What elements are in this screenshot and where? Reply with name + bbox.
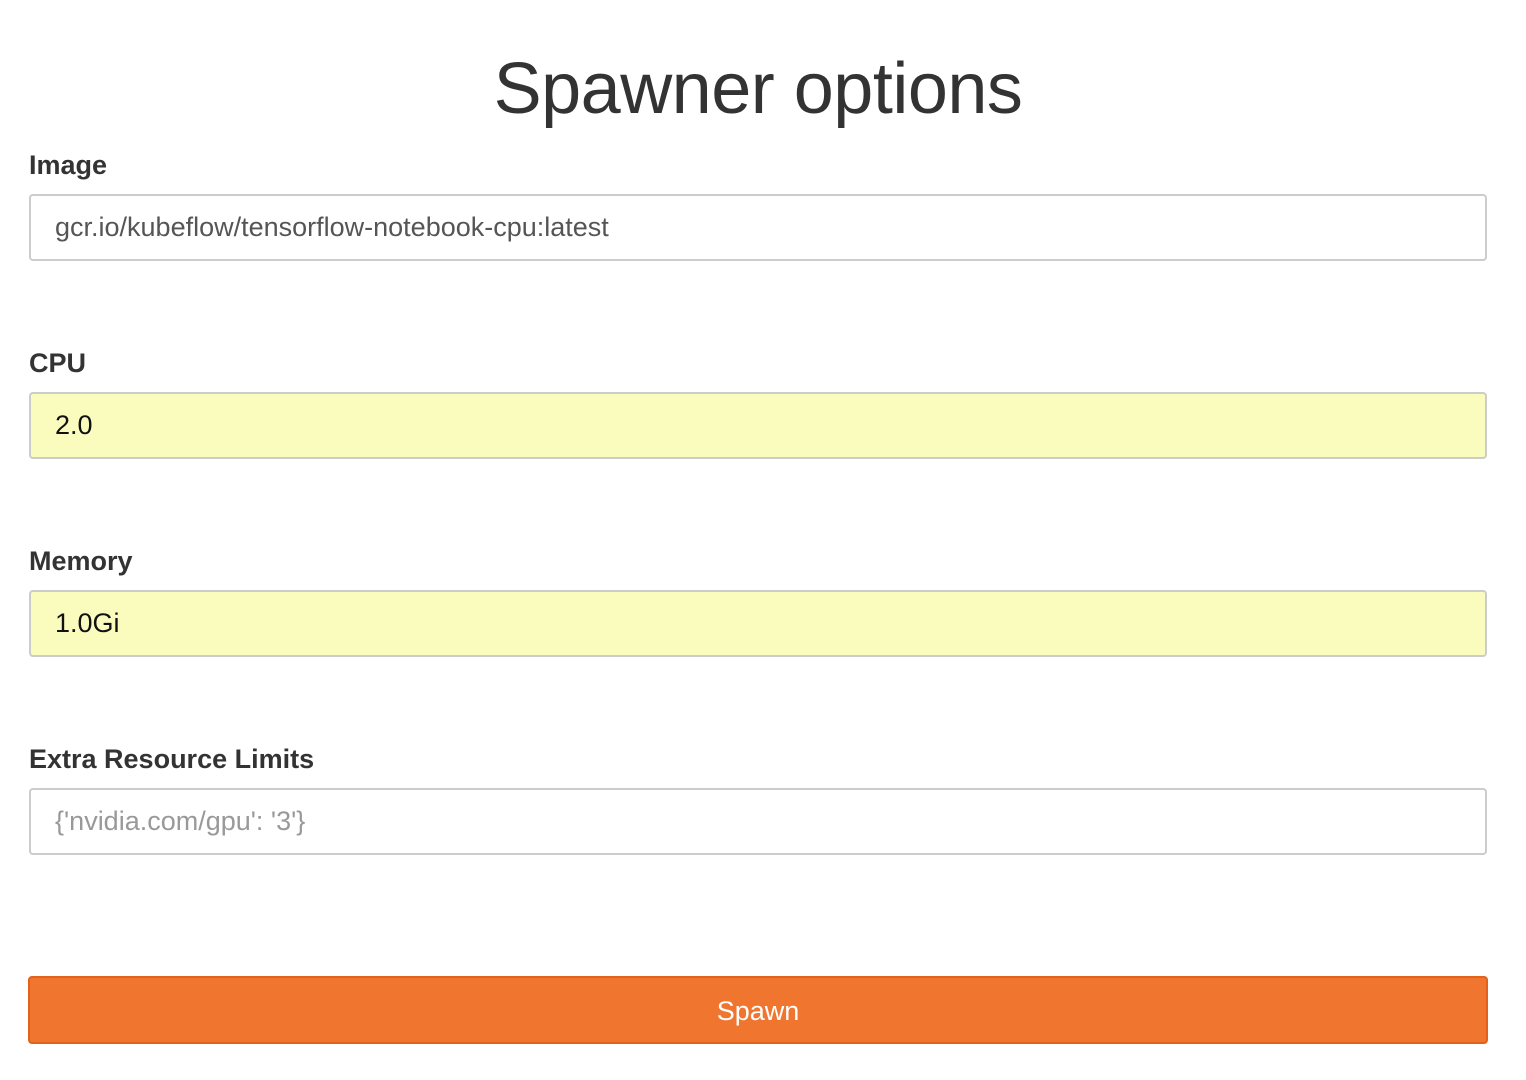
image-input[interactable]	[29, 194, 1487, 261]
cpu-input[interactable]	[29, 392, 1487, 459]
page-title: Spawner options	[493, 49, 1023, 129]
cpu-label: CPU	[29, 348, 87, 378]
extra-resource-limits-input[interactable]	[29, 788, 1487, 855]
memory-label: Memory	[29, 546, 133, 576]
extra-resource-limits-label: Extra Resource Limits	[29, 744, 315, 774]
spawn-button[interactable]: Spawn	[28, 976, 1488, 1044]
memory-input[interactable]	[29, 590, 1487, 657]
image-label: Image	[29, 150, 108, 180]
